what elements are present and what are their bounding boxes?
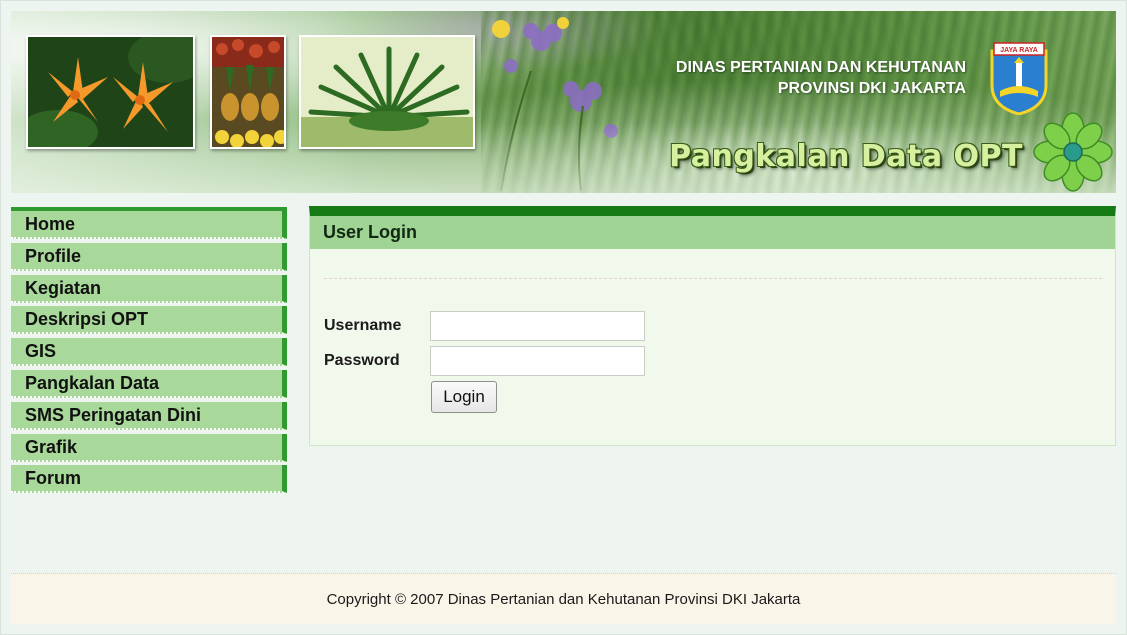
sidebar-item-kegiatan[interactable]: Kegiatan [11,274,287,303]
sidebar-item-pangkalan-data[interactable]: Pangkalan Data [11,369,287,398]
footer-copyright: Copyright © 2007 Dinas Pertanian dan Keh… [11,573,1116,624]
sidebar-item-forum[interactable]: Forum [11,465,287,494]
login-divider [324,278,1102,279]
agency-name-line2: PROVINSI DKI JAKARTA [777,80,966,97]
sidebar-item-gis[interactable]: GIS [11,338,287,367]
username-input[interactable] [430,311,645,341]
agency-name-line1: DINAS PERTANIAN DAN KEHUTANAN [675,59,966,76]
flower-logo-icon [1033,112,1113,192]
login-panel-title: User Login [310,216,1115,249]
sidebar-item-grafik[interactable]: Grafik [11,433,287,462]
password-label: Password [324,352,400,369]
sidebar-item-sms-peringatan-dini[interactable]: SMS Peringatan Dini [11,401,287,430]
sidebar-item-profile[interactable]: Profile [11,242,287,271]
sidebar-item-deskripsi-opt[interactable]: Deskripsi OPT [11,306,287,335]
password-input[interactable] [430,346,645,376]
site-title: Pangkalan Data OPT [669,139,1023,174]
sidebar-menu: Home Profile Kegiatan Deskripsi OPT GIS … [11,207,287,497]
jakarta-crest-icon: JAYA RAYA [990,42,1048,115]
login-panel: User Login Username Password Login [309,206,1116,446]
crest-text: JAYA RAYA [1000,47,1038,54]
palm-photo [299,35,475,149]
username-label: Username [324,317,402,334]
fruit-photo [210,35,286,149]
login-button[interactable]: Login [431,381,497,413]
page: DINAS PERTANIAN DAN KEHUTANAN PROVINSI D… [0,0,1127,635]
header-banner: DINAS PERTANIAN DAN KEHUTANAN PROVINSI D… [11,11,1116,193]
lily-photo [26,35,195,149]
sidebar-item-home[interactable]: Home [11,211,287,239]
